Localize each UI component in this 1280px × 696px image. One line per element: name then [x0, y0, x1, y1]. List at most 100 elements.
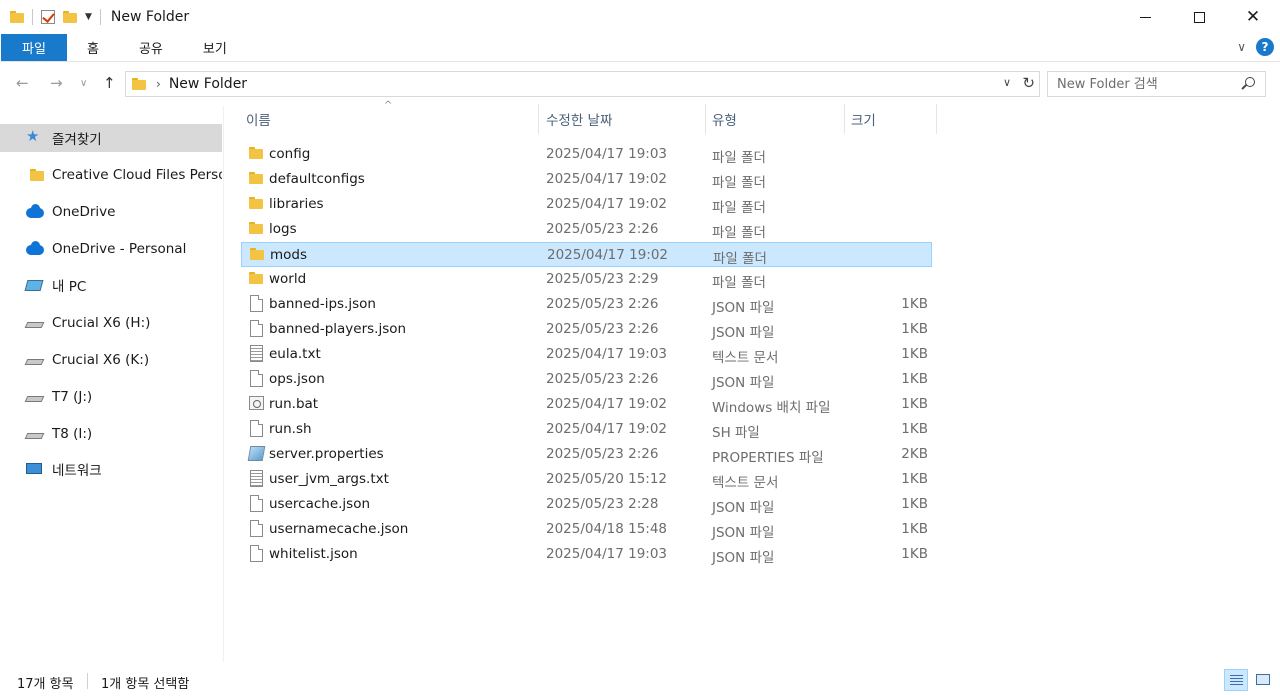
file-size: 1KB: [901, 471, 928, 487]
tab-file[interactable]: 파일: [1, 34, 67, 61]
batch-file-icon: [249, 396, 264, 410]
file-row-banned-players[interactable]: banned-players.json 2025/05/23 2:26 JSON…: [241, 317, 932, 342]
tab-view[interactable]: 보기: [183, 34, 247, 61]
file-name: run.sh: [269, 421, 312, 437]
file-size: 1KB: [901, 496, 928, 512]
file-row-banned-ips[interactable]: banned-ips.json 2025/05/23 2:26 JSON 파일 …: [241, 292, 932, 317]
sidebar-item-label: Crucial X6 (K:): [52, 352, 150, 368]
file-row-whitelist[interactable]: whitelist.json 2025/04/17 19:03 JSON 파일 …: [241, 542, 932, 567]
file-type: 파일 폴더: [712, 275, 766, 291]
file-row-defaultconfigs[interactable]: defaultconfigs 2025/04/17 19:02 파일 폴더: [241, 167, 932, 192]
file-row-usernamecache[interactable]: usernamecache.json 2025/04/18 15:48 JSON…: [241, 517, 932, 542]
file-row-run-sh[interactable]: run.sh 2025/04/17 19:02 SH 파일 1KB: [241, 417, 932, 442]
file-row-mods[interactable]: mods 2025/04/17 19:02 파일 폴더: [241, 242, 932, 267]
column-header-name[interactable]: 이름: [246, 106, 271, 132]
sidebar-item-drive-k[interactable]: Crucial X6 (K:): [0, 346, 222, 374]
toolbar-separator: [99, 9, 101, 25]
file-row-libraries[interactable]: libraries 2025/04/17 19:02 파일 폴더: [241, 192, 932, 217]
column-divider[interactable]: [705, 104, 706, 134]
refresh-icon[interactable]: ↻: [1022, 74, 1035, 92]
file-name: libraries: [269, 196, 324, 212]
column-header-modified[interactable]: 수정한 날짜: [546, 106, 612, 132]
sidebar-item-drive-h[interactable]: Crucial X6 (H:): [0, 309, 222, 337]
file-row-user-jvm-args[interactable]: user_jvm_args.txt 2025/05/20 15:12 텍스트 문…: [241, 467, 932, 492]
sidebar-item-label: T7 (J:): [52, 389, 93, 405]
column-divider[interactable]: [844, 104, 845, 134]
properties-icon[interactable]: [41, 10, 55, 24]
minimize-button[interactable]: [1118, 0, 1172, 34]
sidebar-item-network[interactable]: 네트워크: [0, 455, 222, 483]
expand-ribbon-icon[interactable]: ∨: [1237, 40, 1246, 54]
pc-icon: [24, 280, 44, 291]
file-type: 텍스트 문서: [712, 350, 779, 366]
breadcrumb-item[interactable]: New Folder: [169, 76, 247, 92]
sidebar-item-creative-cloud[interactable]: Creative Cloud Files Personal: [0, 161, 222, 189]
customize-toolbar-dropdown-icon[interactable]: ▼: [85, 12, 92, 22]
file-modified: 2025/04/17 19:02: [546, 421, 668, 437]
forward-arrow-icon[interactable]: →: [50, 74, 63, 92]
column-divider[interactable]: [936, 104, 937, 134]
sidebar-item-this-pc[interactable]: 내 PC: [0, 271, 222, 299]
file-type: SH 파일: [712, 425, 760, 441]
sidebar-item-onedrive[interactable]: OneDrive: [0, 198, 222, 226]
file-name: banned-players.json: [269, 321, 407, 337]
up-arrow-icon[interactable]: ↑: [103, 74, 116, 92]
new-folder-icon[interactable]: [63, 11, 77, 23]
folder-icon: [10, 11, 24, 23]
quick-access-toolbar: ▼: [0, 0, 101, 34]
sidebar-item-label: Creative Cloud Files Personal: [52, 167, 222, 183]
folder-icon: [30, 169, 44, 181]
file-size: 1KB: [901, 321, 928, 337]
search-box[interactable]: [1047, 71, 1266, 97]
breadcrumb-chevron-icon[interactable]: ›: [156, 77, 161, 91]
details-view-icon: [1230, 675, 1243, 686]
file-type: 파일 폴더: [712, 200, 766, 216]
file-row-config[interactable]: config 2025/04/17 19:03 파일 폴더: [241, 142, 932, 167]
file-row-run-bat[interactable]: run.bat 2025/04/17 19:02 Windows 배치 파일 1…: [241, 392, 932, 417]
file-row-logs[interactable]: logs 2025/05/23 2:26 파일 폴더: [241, 217, 932, 242]
file-modified: 2025/04/17 19:03: [546, 546, 668, 562]
search-icon[interactable]: [1245, 77, 1255, 87]
column-header-size[interactable]: 크기: [851, 106, 876, 132]
maximize-button[interactable]: [1172, 0, 1226, 34]
file-row-world[interactable]: world 2025/05/23 2:29 파일 폴더: [241, 267, 932, 292]
address-dropdown-icon[interactable]: ∨: [1003, 76, 1011, 89]
folder-icon: [249, 222, 263, 234]
file-name: usernamecache.json: [269, 521, 409, 537]
file-modified: 2025/05/23 2:26: [546, 296, 659, 312]
close-button[interactable]: ✕: [1226, 0, 1280, 34]
file-type: PROPERTIES 파일: [712, 450, 824, 466]
search-input[interactable]: [1057, 76, 1237, 92]
file-modified: 2025/04/17 19:03: [546, 146, 668, 162]
tab-home[interactable]: 홈: [67, 34, 119, 61]
window-title: New Folder: [110, 9, 190, 25]
help-icon[interactable]: ?: [1256, 38, 1274, 56]
recent-locations-chevron-icon[interactable]: ∨: [80, 78, 87, 89]
sidebar-item-onedrive-personal[interactable]: OneDrive - Personal: [0, 235, 222, 263]
file-icon: [250, 495, 263, 512]
column-divider[interactable]: [538, 104, 539, 134]
sidebar-item-label: T8 (I:): [52, 426, 93, 442]
file-modified: 2025/04/17 19:02: [546, 171, 668, 187]
file-modified: 2025/04/18 15:48: [546, 521, 668, 537]
sidebar-item-quick-access[interactable]: ★ 즐겨찾기: [0, 124, 222, 152]
back-arrow-icon[interactable]: ←: [16, 74, 29, 92]
sidebar-item-drive-i[interactable]: T8 (I:): [0, 420, 222, 448]
status-bar: 17개 항목 1개 항목 선택함: [0, 662, 1280, 696]
file-row-usercache[interactable]: usercache.json 2025/05/23 2:28 JSON 파일 1…: [241, 492, 932, 517]
text-file-icon: [250, 345, 263, 362]
large-icons-view-button[interactable]: [1251, 669, 1275, 691]
tab-share[interactable]: 공유: [119, 34, 183, 61]
column-header-type[interactable]: 유형: [712, 106, 737, 132]
file-size: 1KB: [901, 371, 928, 387]
network-icon: [26, 463, 42, 474]
sidebar-item-drive-j[interactable]: T7 (J:): [0, 383, 222, 411]
address-bar[interactable]: › New Folder ∨ ↻: [125, 71, 1040, 97]
file-modified: 2025/04/17 19:02: [547, 247, 669, 263]
file-row-server-properties[interactable]: server.properties 2025/05/23 2:26 PROPER…: [241, 442, 932, 467]
file-type: JSON 파일: [712, 525, 775, 541]
file-row-ops[interactable]: ops.json 2025/05/23 2:26 JSON 파일 1KB: [241, 367, 932, 392]
details-view-button[interactable]: [1224, 669, 1248, 691]
file-row-eula[interactable]: eula.txt 2025/04/17 19:03 텍스트 문서 1KB: [241, 342, 932, 367]
file-name: banned-ips.json: [269, 296, 376, 312]
